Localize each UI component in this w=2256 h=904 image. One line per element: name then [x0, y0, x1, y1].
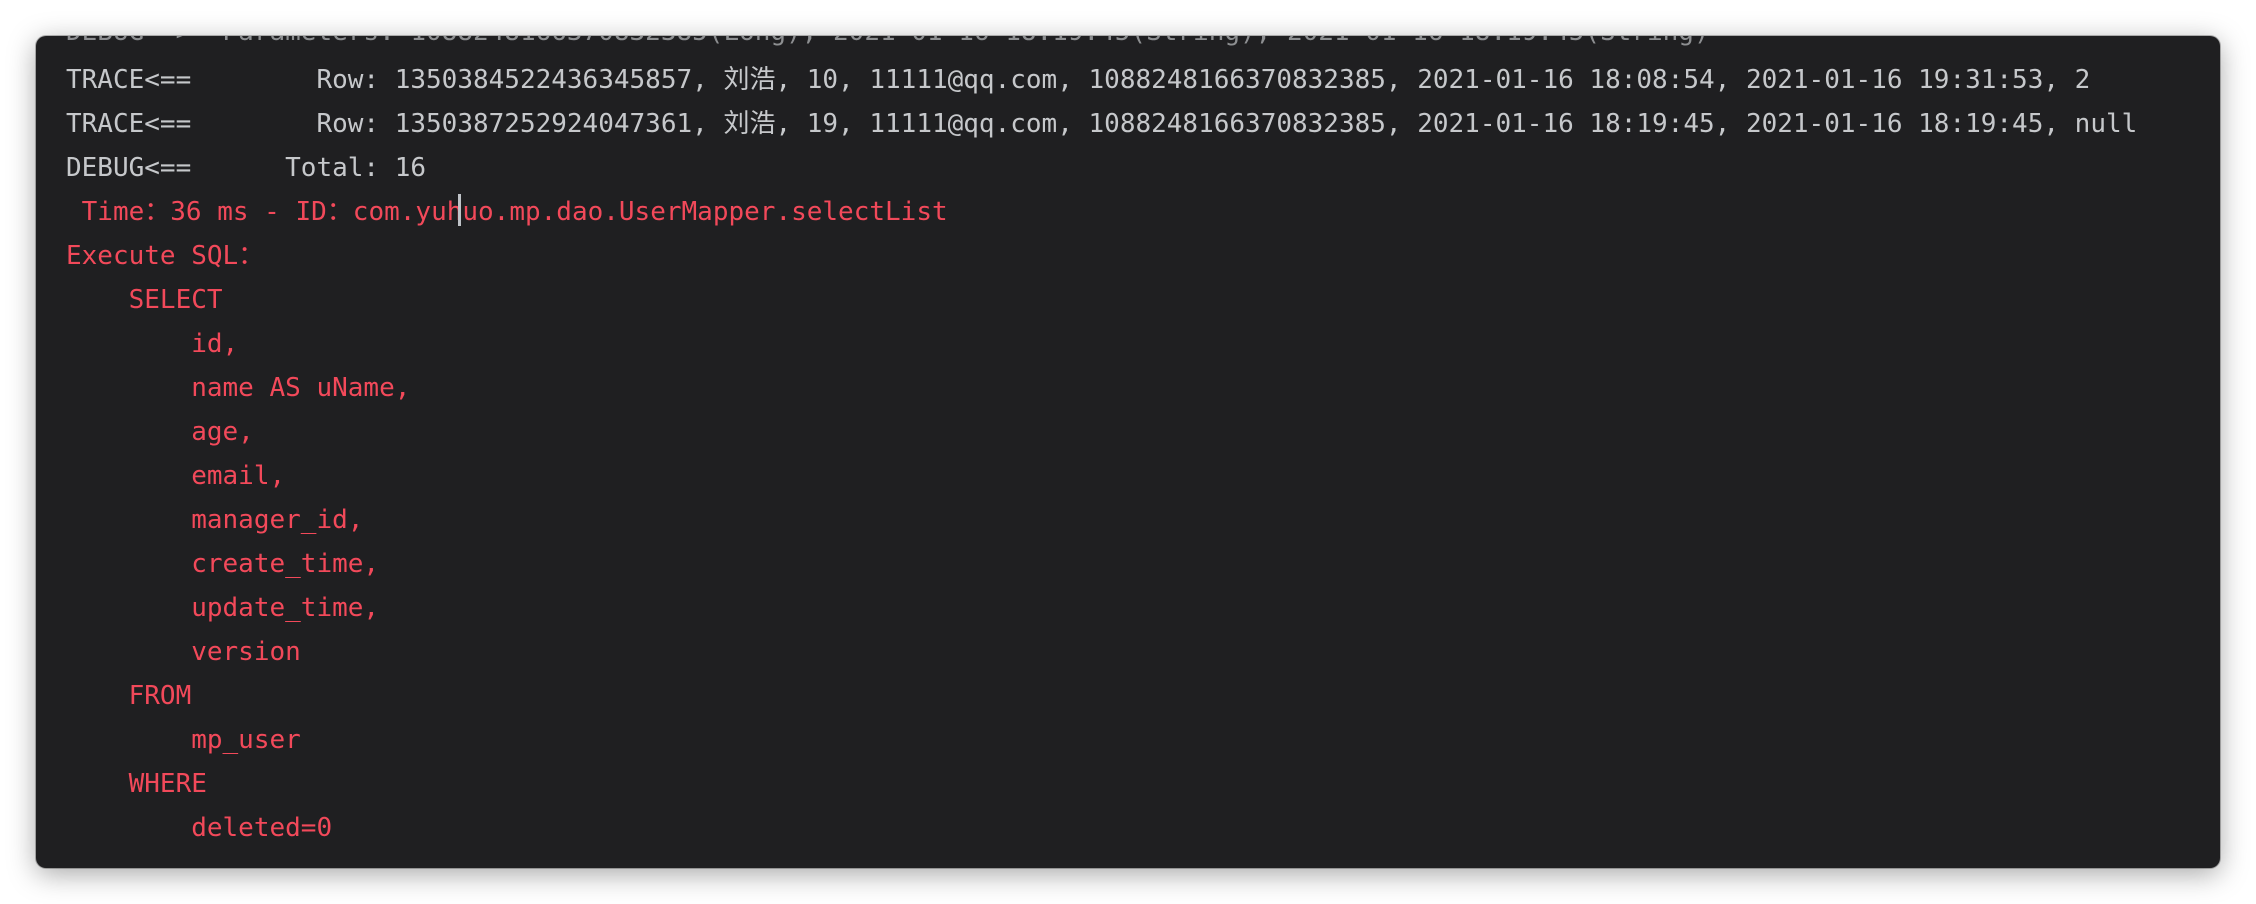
- sql-line: WHERE: [66, 769, 207, 799]
- sql-line: email,: [66, 461, 286, 491]
- sql-line: FROM: [66, 681, 192, 711]
- console-window: DEBUG==> Parameters: 1088248166370832385…: [36, 36, 2220, 868]
- sql-line: update_time,: [66, 593, 380, 623]
- sql-line: id,: [66, 329, 239, 359]
- sql-line: version: [66, 637, 301, 667]
- sql-line: age,: [66, 417, 254, 447]
- sql-timing-header: Time：36 ms - ID：com.yuhuo.mp.dao.UserMap…: [66, 197, 948, 227]
- log-total-line: DEBUG<== Total: 16: [66, 153, 427, 183]
- log-row-line-1: TRACE<== Row: 1350384522436345857, 刘浩, 1…: [66, 65, 2091, 95]
- sql-line: deleted=0: [66, 813, 333, 843]
- cutoff-log-line: DEBUG==> Parameters: 1088248166370832385…: [66, 36, 1710, 54]
- sql-line: SELECT: [66, 285, 223, 315]
- sql-line: name AS uName,: [66, 373, 411, 403]
- sql-line: mp_user: [66, 725, 301, 755]
- execute-sql-label: Execute SQL：: [66, 241, 265, 271]
- sql-line: manager_id,: [66, 505, 364, 535]
- text-cursor: [458, 194, 461, 226]
- log-row-line-2: TRACE<== Row: 1350387252924047361, 刘浩, 1…: [66, 109, 2138, 139]
- sql-line: create_time,: [66, 549, 380, 579]
